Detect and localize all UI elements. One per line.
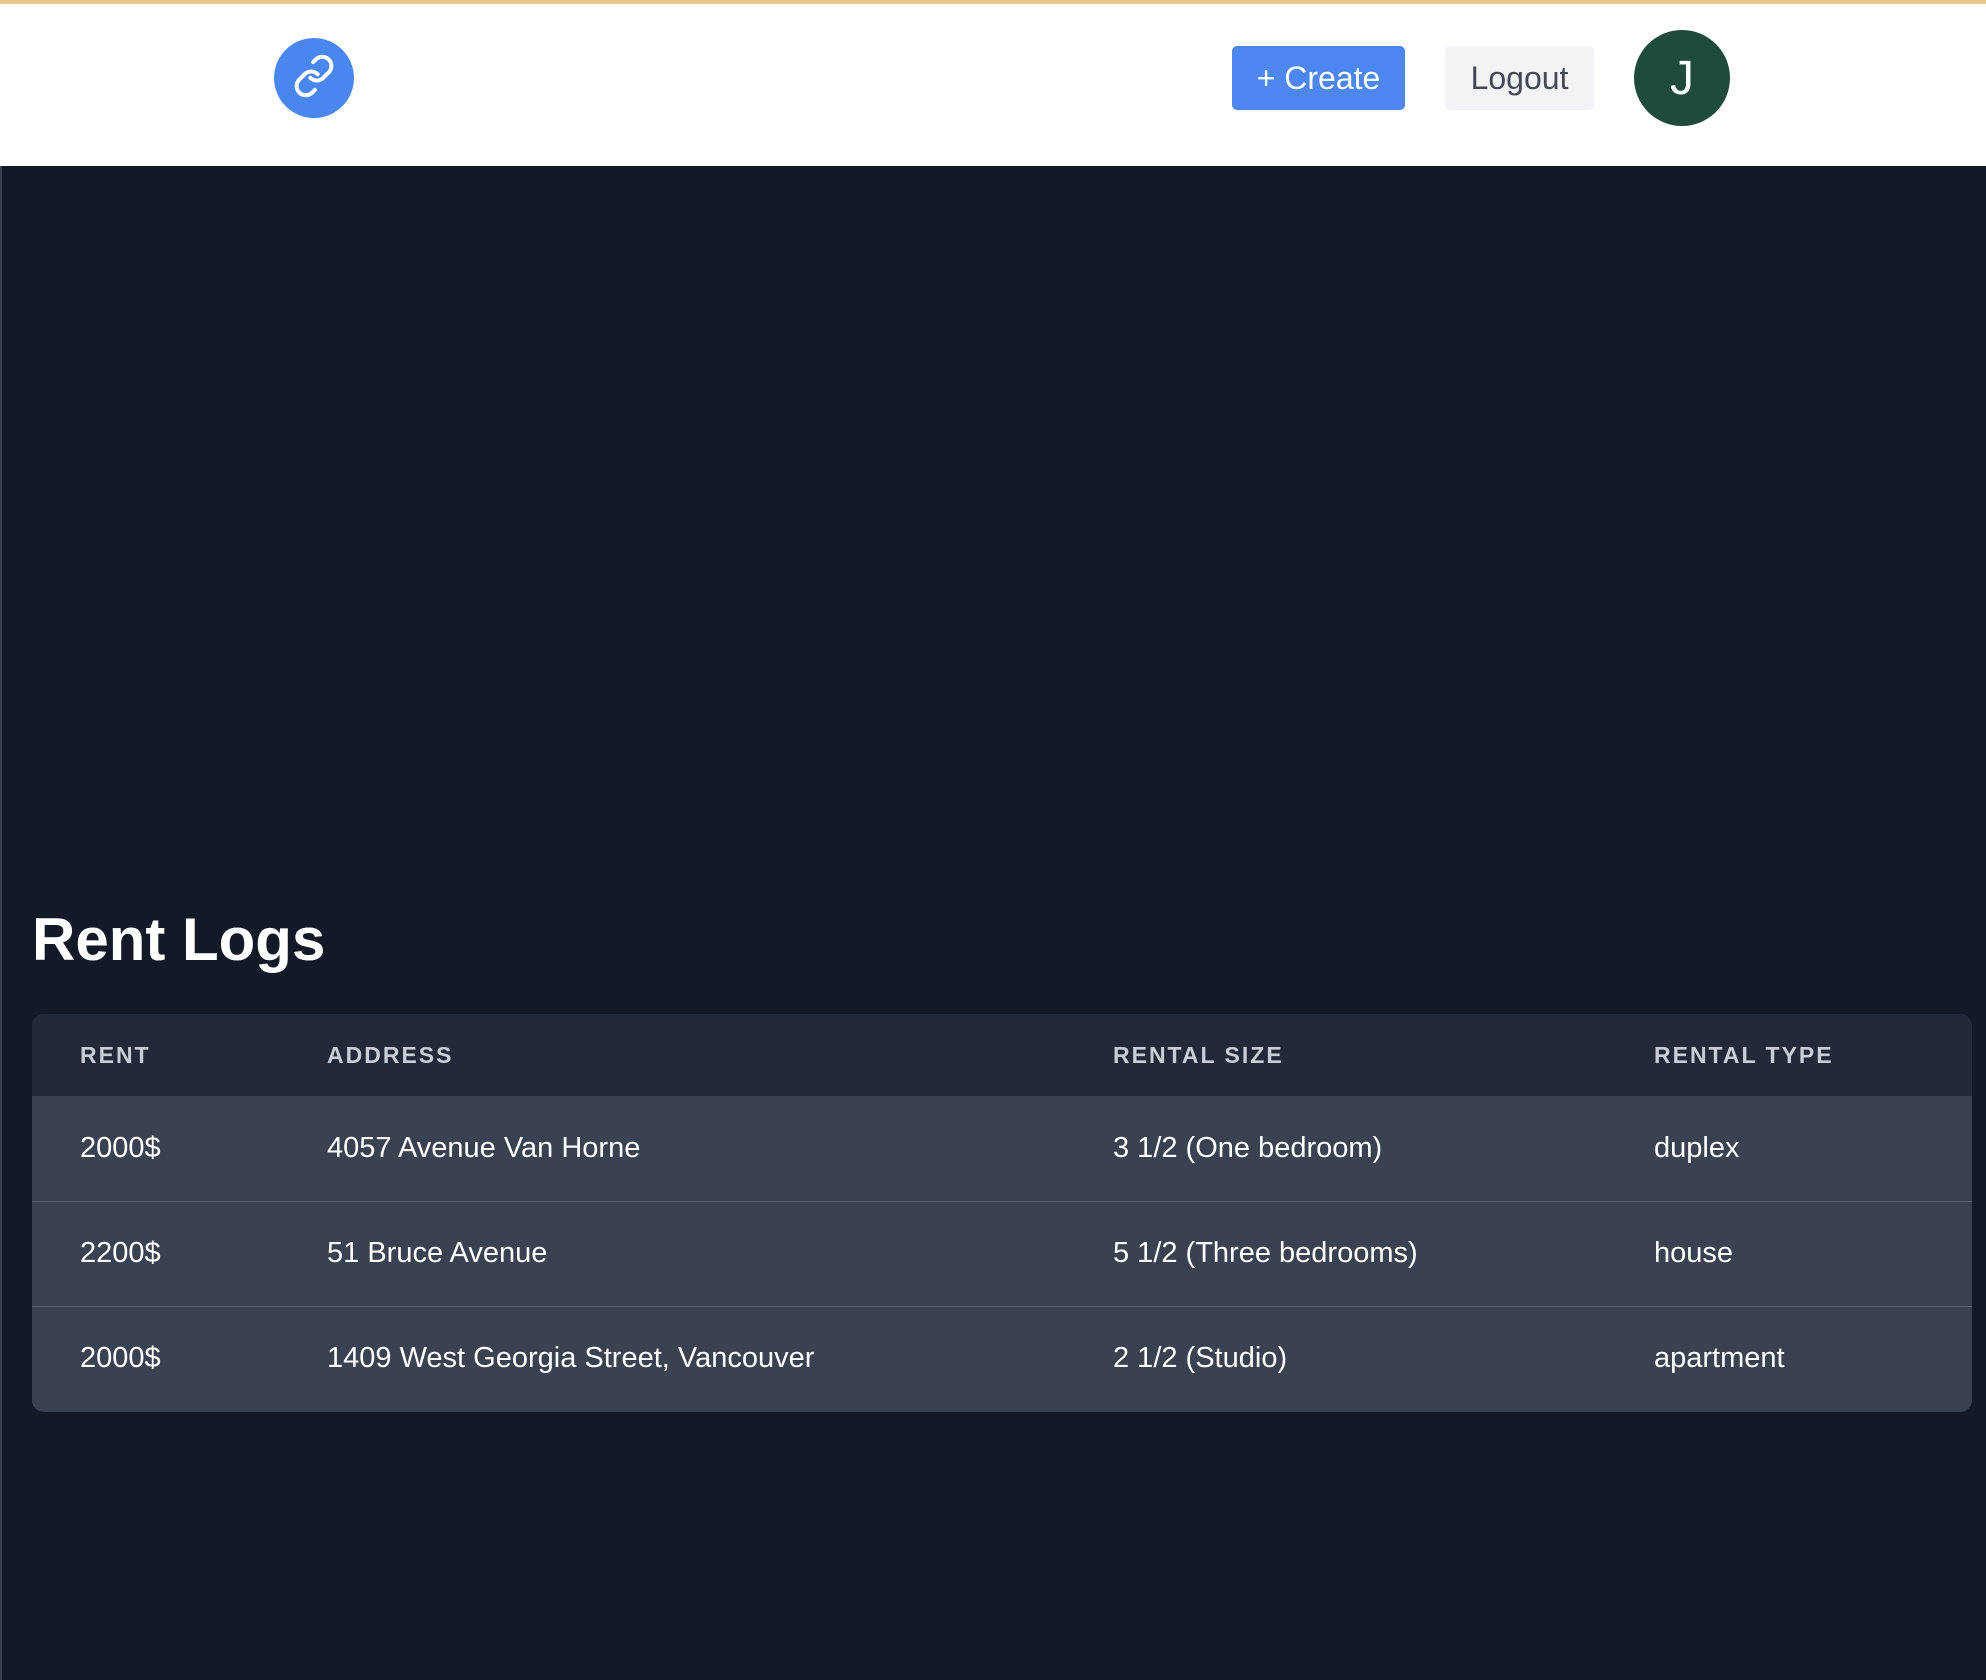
table-row: 2000$ 1409 West Georgia Street, Vancouve… [32, 1306, 1972, 1411]
cell-rent: 2000$ [80, 1131, 161, 1164]
cell-rental-size: 2 1/2 (Studio) [1113, 1342, 1288, 1375]
logout-button[interactable]: Logout [1445, 46, 1594, 110]
cell-rental-size: 3 1/2 (One bedroom) [1113, 1131, 1383, 1164]
avatar[interactable]: J [1634, 30, 1730, 126]
column-header-rent: RENT [80, 1041, 151, 1068]
cell-rental-type: house [1654, 1237, 1734, 1269]
page-edge [0, 166, 2, 1680]
column-header-rental-size: RENTAL SIZE [1113, 1041, 1284, 1068]
table-row: 2200$ 51 Bruce Avenue 5 1/2 (Three bedro… [32, 1201, 1972, 1306]
rent-logs-table: RENT ADDRESS RENTAL SIZE RENTAL TYPE 200… [32, 1014, 1972, 1412]
cell-rental-type: apartment [1654, 1342, 1785, 1375]
cell-rental-size: 5 1/2 (Three bedrooms) [1113, 1237, 1418, 1269]
link-icon [292, 54, 336, 103]
table-header-row: RENT ADDRESS RENTAL SIZE RENTAL TYPE [32, 1014, 1972, 1096]
page-title: Rent Logs [32, 906, 326, 973]
cell-address: 4057 Avenue Van Horne [327, 1131, 641, 1164]
create-button[interactable]: + Create [1232, 46, 1405, 110]
cell-rent: 2000$ [80, 1342, 161, 1375]
logo-button[interactable] [274, 38, 354, 118]
cell-address: 1409 West Georgia Street, Vancouver [327, 1342, 815, 1375]
cell-rent: 2200$ [80, 1237, 161, 1269]
cell-rental-type: duplex [1654, 1131, 1740, 1164]
column-header-address: ADDRESS [327, 1041, 454, 1068]
table-row: 2000$ 4057 Avenue Van Horne 3 1/2 (One b… [32, 1096, 1972, 1201]
navbar: + Create Logout J [0, 4, 1986, 166]
cell-address: 51 Bruce Avenue [327, 1237, 548, 1269]
column-header-rental-type: RENTAL TYPE [1654, 1041, 1834, 1068]
